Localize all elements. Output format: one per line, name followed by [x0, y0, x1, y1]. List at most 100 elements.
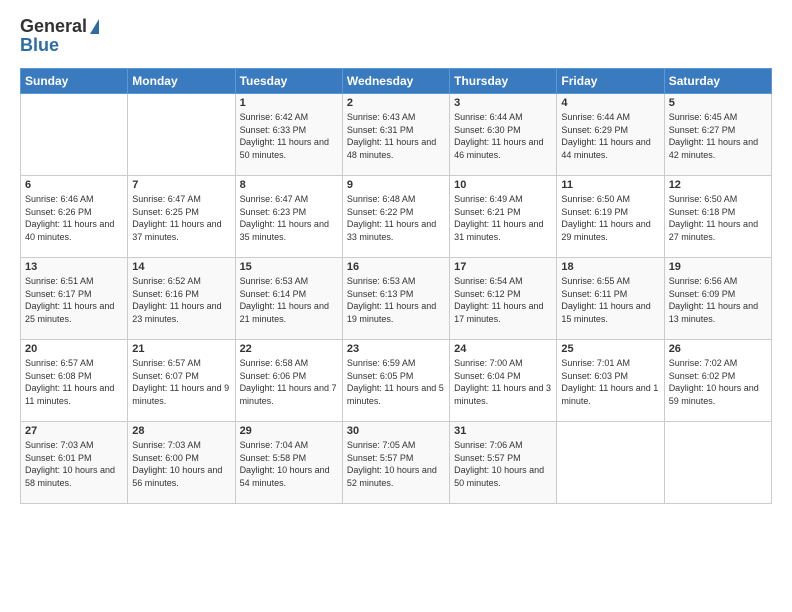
logo-general: General — [20, 16, 87, 37]
week-row-4: 20 Sunrise: 6:57 AMSunset: 6:08 PMDayligh… — [21, 340, 772, 422]
week-row-3: 13 Sunrise: 6:51 AMSunset: 6:17 PMDayligh… — [21, 258, 772, 340]
calendar-body: 1Sunrise: 6:42 AMSunset: 6:33 PMDaylight… — [21, 94, 772, 504]
day-number: 20 — [25, 343, 123, 355]
calendar-cell — [557, 422, 664, 504]
header-cell-tuesday: Tuesday — [235, 69, 342, 94]
day-info: Sunrise: 6:50 AMSunset: 6:19 PMDaylight:… — [561, 193, 659, 243]
day-info: Sunrise: 6:55 AMSunset: 6:11 PMDaylight:… — [561, 275, 659, 325]
logo-blue: Blue — [20, 35, 59, 56]
day-number: 4 — [561, 97, 659, 109]
day-info: Sunrise: 6:53 AMSunset: 6:14 PMDaylight:… — [240, 275, 338, 325]
day-info: Sunrise: 6:58 AMSunset: 6:06 PMDaylight:… — [240, 357, 338, 407]
calendar-cell: 22 Sunrise: 6:58 AMSunset: 6:06 PMDayligh… — [235, 340, 342, 422]
day-number: 23 — [347, 343, 445, 355]
day-number: 5 — [669, 97, 767, 109]
header-cell-monday: Monday — [128, 69, 235, 94]
day-info: Sunrise: 6:44 AMSunset: 6:29 PMDaylight:… — [561, 111, 659, 161]
day-info: Sunrise: 7:04 AMSunset: 5:58 PMDaylight:… — [240, 439, 338, 489]
calendar-cell: 17 Sunrise: 6:54 AMSunset: 6:12 PMDayligh… — [450, 258, 557, 340]
day-number: 6 — [25, 179, 123, 191]
calendar-cell: 9 Sunrise: 6:48 AMSunset: 6:22 PMDaylight… — [342, 176, 449, 258]
day-number: 21 — [132, 343, 230, 355]
logo: General Blue — [20, 16, 99, 56]
calendar-cell — [664, 422, 771, 504]
calendar-cell: 25Sunrise: 7:01 AMSunset: 6:03 PMDayligh… — [557, 340, 664, 422]
calendar-cell: 5Sunrise: 6:45 AMSunset: 6:27 PMDaylight… — [664, 94, 771, 176]
day-number: 10 — [454, 179, 552, 191]
calendar-cell: 23Sunrise: 6:59 AMSunset: 6:05 PMDayligh… — [342, 340, 449, 422]
day-info: Sunrise: 6:47 AMSunset: 6:25 PMDaylight:… — [132, 193, 230, 243]
calendar-cell — [128, 94, 235, 176]
calendar-cell: 7 Sunrise: 6:47 AMSunset: 6:25 PMDaylight… — [128, 176, 235, 258]
day-info: Sunrise: 6:57 AMSunset: 6:07 PMDaylight:… — [132, 357, 230, 407]
day-info: Sunrise: 6:46 AMSunset: 6:26 PMDaylight:… — [25, 193, 123, 243]
calendar-cell: 30 Sunrise: 7:05 AMSunset: 5:57 PMDayligh… — [342, 422, 449, 504]
logo-triangle — [90, 19, 99, 34]
day-info: Sunrise: 7:03 AMSunset: 6:00 PMDaylight:… — [132, 439, 230, 489]
week-row-1: 1Sunrise: 6:42 AMSunset: 6:33 PMDaylight… — [21, 94, 772, 176]
day-info: Sunrise: 7:05 AMSunset: 5:57 PMDaylight:… — [347, 439, 445, 489]
calendar-cell: 13 Sunrise: 6:51 AMSunset: 6:17 PMDayligh… — [21, 258, 128, 340]
week-row-5: 27 Sunrise: 7:03 AMSunset: 6:01 PMDayligh… — [21, 422, 772, 504]
calendar-cell: 12 Sunrise: 6:50 AMSunset: 6:18 PMDayligh… — [664, 176, 771, 258]
calendar-cell: 24 Sunrise: 7:00 AMSunset: 6:04 PMDayligh… — [450, 340, 557, 422]
calendar-cell: 19 Sunrise: 6:56 AMSunset: 6:09 PMDayligh… — [664, 258, 771, 340]
day-info: Sunrise: 6:51 AMSunset: 6:17 PMDaylight:… — [25, 275, 123, 325]
calendar-header-row: SundayMondayTuesdayWednesdayThursdayFrid… — [21, 69, 772, 94]
calendar-cell: 28Sunrise: 7:03 AMSunset: 6:00 PMDayligh… — [128, 422, 235, 504]
day-number: 27 — [25, 425, 123, 437]
day-number: 15 — [240, 261, 338, 273]
calendar-cell: 15 Sunrise: 6:53 AMSunset: 6:14 PMDayligh… — [235, 258, 342, 340]
page-container: General Blue SundayMondayTuesdayWednesda… — [0, 0, 792, 514]
day-info: Sunrise: 7:02 AMSunset: 6:02 PMDaylight:… — [669, 357, 767, 407]
day-number: 22 — [240, 343, 338, 355]
header-cell-saturday: Saturday — [664, 69, 771, 94]
week-row-2: 6 Sunrise: 6:46 AMSunset: 6:26 PMDaylight… — [21, 176, 772, 258]
day-number: 26 — [669, 343, 767, 355]
header: General Blue — [20, 16, 772, 56]
calendar-table: SundayMondayTuesdayWednesdayThursdayFrid… — [20, 68, 772, 504]
calendar-cell: 18 Sunrise: 6:55 AMSunset: 6:11 PMDayligh… — [557, 258, 664, 340]
header-cell-sunday: Sunday — [21, 69, 128, 94]
day-number: 7 — [132, 179, 230, 191]
calendar-cell: 3Sunrise: 6:44 AMSunset: 6:30 PMDaylight… — [450, 94, 557, 176]
day-info: Sunrise: 6:47 AMSunset: 6:23 PMDaylight:… — [240, 193, 338, 243]
day-number: 14 — [132, 261, 230, 273]
calendar-cell — [21, 94, 128, 176]
day-number: 24 — [454, 343, 552, 355]
calendar-cell: 21 Sunrise: 6:57 AMSunset: 6:07 PMDayligh… — [128, 340, 235, 422]
day-info: Sunrise: 6:54 AMSunset: 6:12 PMDaylight:… — [454, 275, 552, 325]
day-info: Sunrise: 6:43 AMSunset: 6:31 PMDaylight:… — [347, 111, 445, 161]
day-info: Sunrise: 6:42 AMSunset: 6:33 PMDaylight:… — [240, 111, 338, 161]
day-number: 2 — [347, 97, 445, 109]
calendar-cell: 26 Sunrise: 7:02 AMSunset: 6:02 PMDayligh… — [664, 340, 771, 422]
day-info: Sunrise: 7:03 AMSunset: 6:01 PMDaylight:… — [25, 439, 123, 489]
calendar-cell: 14Sunrise: 6:52 AMSunset: 6:16 PMDayligh… — [128, 258, 235, 340]
day-info: Sunrise: 6:49 AMSunset: 6:21 PMDaylight:… — [454, 193, 552, 243]
header-cell-thursday: Thursday — [450, 69, 557, 94]
day-number: 9 — [347, 179, 445, 191]
day-info: Sunrise: 7:06 AMSunset: 5:57 PMDaylight:… — [454, 439, 552, 489]
day-number: 18 — [561, 261, 659, 273]
calendar-cell: 16Sunrise: 6:53 AMSunset: 6:13 PMDayligh… — [342, 258, 449, 340]
day-info: Sunrise: 7:01 AMSunset: 6:03 PMDaylight:… — [561, 357, 659, 407]
day-number: 16 — [347, 261, 445, 273]
header-cell-friday: Friday — [557, 69, 664, 94]
calendar-cell: 1Sunrise: 6:42 AMSunset: 6:33 PMDaylight… — [235, 94, 342, 176]
day-info: Sunrise: 6:48 AMSunset: 6:22 PMDaylight:… — [347, 193, 445, 243]
day-info: Sunrise: 7:00 AMSunset: 6:04 PMDaylight:… — [454, 357, 552, 407]
day-number: 3 — [454, 97, 552, 109]
day-number: 17 — [454, 261, 552, 273]
day-number: 11 — [561, 179, 659, 191]
calendar-cell: 29Sunrise: 7:04 AMSunset: 5:58 PMDayligh… — [235, 422, 342, 504]
day-number: 12 — [669, 179, 767, 191]
day-info: Sunrise: 6:56 AMSunset: 6:09 PMDaylight:… — [669, 275, 767, 325]
day-number: 13 — [25, 261, 123, 273]
day-number: 30 — [347, 425, 445, 437]
calendar-cell: 8Sunrise: 6:47 AMSunset: 6:23 PMDaylight… — [235, 176, 342, 258]
day-number: 31 — [454, 425, 552, 437]
calendar-cell: 20 Sunrise: 6:57 AMSunset: 6:08 PMDayligh… — [21, 340, 128, 422]
day-info: Sunrise: 6:50 AMSunset: 6:18 PMDaylight:… — [669, 193, 767, 243]
day-number: 19 — [669, 261, 767, 273]
day-info: Sunrise: 6:57 AMSunset: 6:08 PMDaylight:… — [25, 357, 123, 407]
